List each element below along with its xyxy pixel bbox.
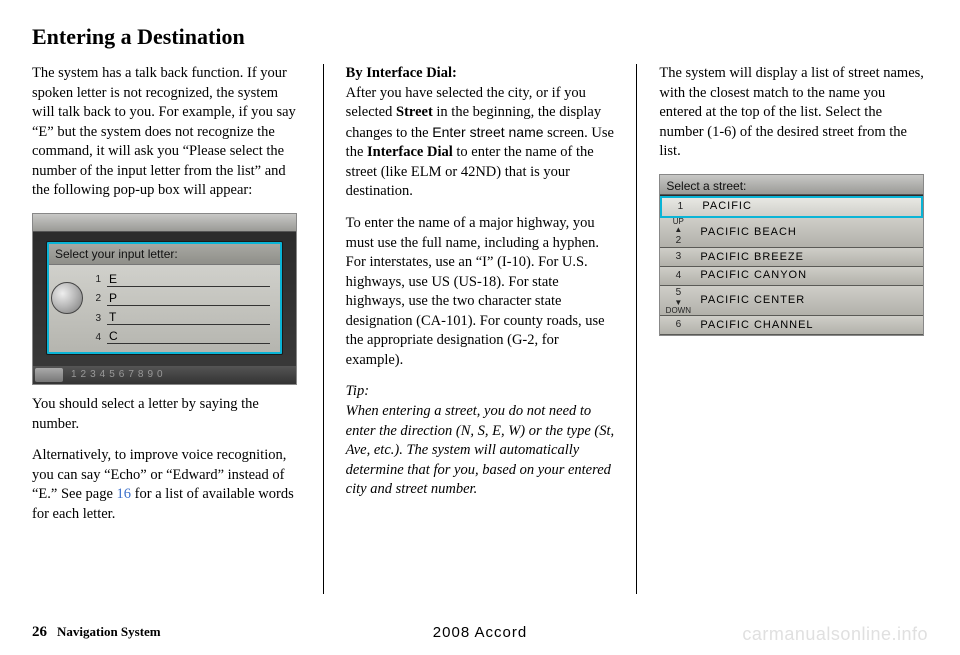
street-row-4: 4 PACIFIC CANYON (660, 267, 923, 286)
row-text-3: PACIFIC BREEZE (696, 250, 804, 265)
num3: 3 (95, 312, 101, 326)
street-screenshot: Select a street: 1 PACIFIC UP ▲ 2 PACIFI… (659, 174, 924, 336)
row-num-5: 5 (676, 286, 682, 300)
column-2: By Interface Dial: After you have select… (346, 64, 615, 594)
c2-p1d: Enter street name (432, 124, 543, 140)
c2-p1: By Interface Dial: After you have select… (346, 64, 615, 202)
down-label: DOWN (666, 307, 691, 315)
c1-p3: Alternatively, to improve voice recognit… (32, 446, 301, 524)
row-num-6: 6 (660, 318, 696, 332)
row-text-5: PACIFIC CENTER (696, 293, 805, 308)
street-row-1: 1 PACIFIC (660, 196, 923, 218)
letter-c: C (107, 328, 270, 344)
popup-box: Select your input letter: 1 2 3 4 E P T … (47, 242, 282, 354)
corner-slot (35, 368, 63, 382)
row-text-2: PACIFIC BEACH (696, 225, 797, 240)
c2-h: By Interface Dial: (346, 65, 457, 81)
letter-t: T (107, 309, 270, 325)
car-model: 2008 Accord (433, 624, 527, 641)
popup-numbers: 1 2 3 4 (53, 270, 101, 348)
letter-p: P (107, 290, 270, 306)
num2: 2 (95, 292, 101, 306)
c2-tip: Tip: When entering a street, you do not … (346, 382, 615, 499)
popup-letters: E P T C (107, 270, 270, 346)
letter-e: E (107, 271, 270, 287)
popup-title: Select your input letter: (49, 244, 280, 265)
num1: 1 (95, 273, 101, 287)
c2-p1f: Interface Dial (367, 144, 453, 160)
street-row-3: 3 PACIFIC BREEZE (660, 248, 923, 267)
row-num-3: 3 (660, 250, 696, 264)
row-text-1: PACIFIC (698, 199, 752, 214)
divider-2 (636, 64, 637, 594)
street-list: 1 PACIFIC UP ▲ 2 PACIFIC BEACH 3 PACIFIC… (660, 196, 923, 335)
row-text-4: PACIFIC CANYON (696, 268, 807, 283)
c2-p1b: Street (396, 104, 433, 120)
street-row-5: 5 ▼ DOWN PACIFIC CENTER (660, 286, 923, 317)
street-row-2: UP ▲ 2 PACIFIC BEACH (660, 218, 923, 249)
page-link-16[interactable]: 16 (117, 486, 132, 502)
street-row-6: 6 PACIFIC CHANNEL (660, 316, 923, 335)
column-1: The system has a talk back function. If … (32, 64, 301, 594)
c2-p2: To enter the name of a major highway, yo… (346, 214, 615, 371)
c1-p2: You should select a letter by saying the… (32, 395, 301, 434)
row-num-2: 2 (676, 234, 682, 248)
divider-1 (323, 64, 324, 594)
row-num-1: 1 (662, 200, 698, 214)
popup-topbar (33, 214, 296, 232)
row-left-2: UP ▲ 2 (660, 218, 696, 248)
columns: The system has a talk back function. If … (32, 64, 928, 594)
popup-screenshot: Select your input letter: 1 2 3 4 E P T … (32, 213, 297, 385)
row-left-5: 5 ▼ DOWN (660, 286, 696, 316)
up-arrow-icon: ▲ (674, 226, 682, 234)
column-3: The system will display a list of street… (659, 64, 928, 594)
page-number: 26 (32, 624, 47, 641)
tip-head: Tip: (346, 383, 369, 399)
footer: 26 Navigation System 2008 Accord carmanu… (32, 624, 928, 641)
num4: 4 (95, 331, 101, 345)
street-title: Select a street: (660, 175, 923, 195)
row-text-6: PACIFIC CHANNEL (696, 318, 813, 333)
c1-p1: The system has a talk back function. If … (32, 64, 301, 201)
c3-p1: The system will display a list of street… (659, 64, 928, 162)
row-num-4: 4 (660, 269, 696, 283)
section-name: Navigation System (57, 624, 161, 640)
keystrip: 1234567890 (33, 366, 296, 384)
watermark: carmanualsonline.info (742, 624, 928, 645)
page-title: Entering a Destination (32, 24, 928, 50)
tip-body: When entering a street, you do not need … (346, 403, 614, 497)
